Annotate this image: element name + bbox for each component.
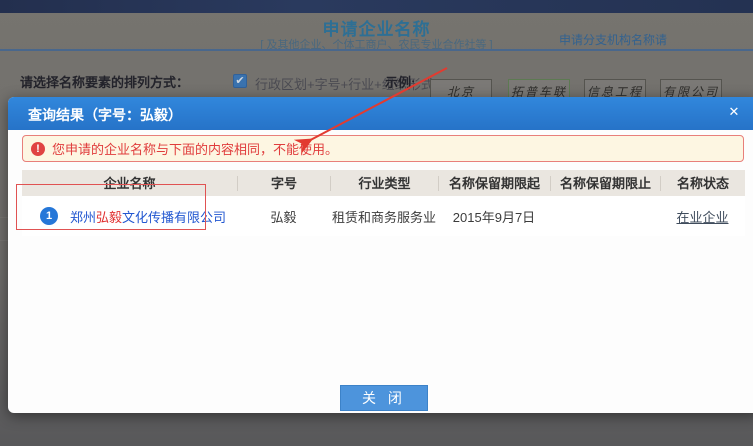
company-name-cell: 1 郑州弘毅文化传播有限公司	[22, 207, 237, 226]
branch-name-link[interactable]: 申请分支机构名称请	[559, 31, 753, 48]
col-reserve-start: 名称保留期限起	[438, 176, 550, 191]
status-link[interactable]: 在业企业	[676, 210, 728, 225]
header-divider	[0, 49, 753, 51]
table-row: 1 郑州弘毅文化传播有限公司 弘毅 租赁和商务服务业 2015年9月7日 在业企…	[22, 196, 745, 236]
close-icon[interactable]: ✕	[726, 104, 742, 120]
company-name-link[interactable]: 郑州弘毅文化传播有限公司	[70, 207, 226, 226]
query-result-dialog: 查询结果（字号：弘毅） ✕ ! 您申请的企业名称与下面的内容相同，不能使用。 企…	[8, 97, 753, 413]
col-company-name: 企业名称	[22, 176, 237, 191]
top-navy-bar	[0, 0, 753, 13]
col-status: 名称状态	[660, 176, 745, 191]
example-label: 示例:	[385, 72, 415, 91]
col-industry: 行业类型	[330, 176, 438, 191]
arrange-mode-label: 请选择名称要素的排列方式：	[20, 72, 189, 91]
dialog-header: 查询结果（字号：弘毅） ✕	[8, 97, 753, 130]
row-index-badge: 1	[40, 207, 58, 225]
brand-cell: 弘毅	[237, 207, 330, 226]
result-table: 企业名称 字号 行业类型 名称保留期限起 名称保留期限止 名称状态 1 郑州弘毅…	[22, 170, 745, 236]
company-name-suffix: 文化传播有限公司	[122, 210, 226, 225]
company-name-highlight: 弘毅	[96, 210, 122, 225]
warning-banner: ! 您申请的企业名称与下面的内容相同，不能使用。	[22, 135, 744, 162]
table-header-row: 企业名称 字号 行业类型 名称保留期限起 名称保留期限止 名称状态	[22, 170, 745, 196]
dialog-title: 查询结果（字号：弘毅）	[28, 105, 182, 125]
arrange-mode-checkbox[interactable]: ✔	[233, 74, 247, 88]
warning-icon: !	[31, 142, 45, 156]
company-name-prefix: 郑州	[70, 210, 96, 225]
col-reserve-end: 名称保留期限止	[550, 176, 660, 191]
close-button[interactable]: 关 闭	[340, 385, 428, 411]
reserve-start-cell: 2015年9月7日	[438, 207, 550, 226]
warning-text: 您申请的企业名称与下面的内容相同，不能使用。	[52, 139, 338, 158]
industry-cell: 租赁和商务服务业	[330, 207, 438, 226]
col-brand: 字号	[237, 176, 330, 191]
status-cell: 在业企业	[660, 207, 745, 226]
